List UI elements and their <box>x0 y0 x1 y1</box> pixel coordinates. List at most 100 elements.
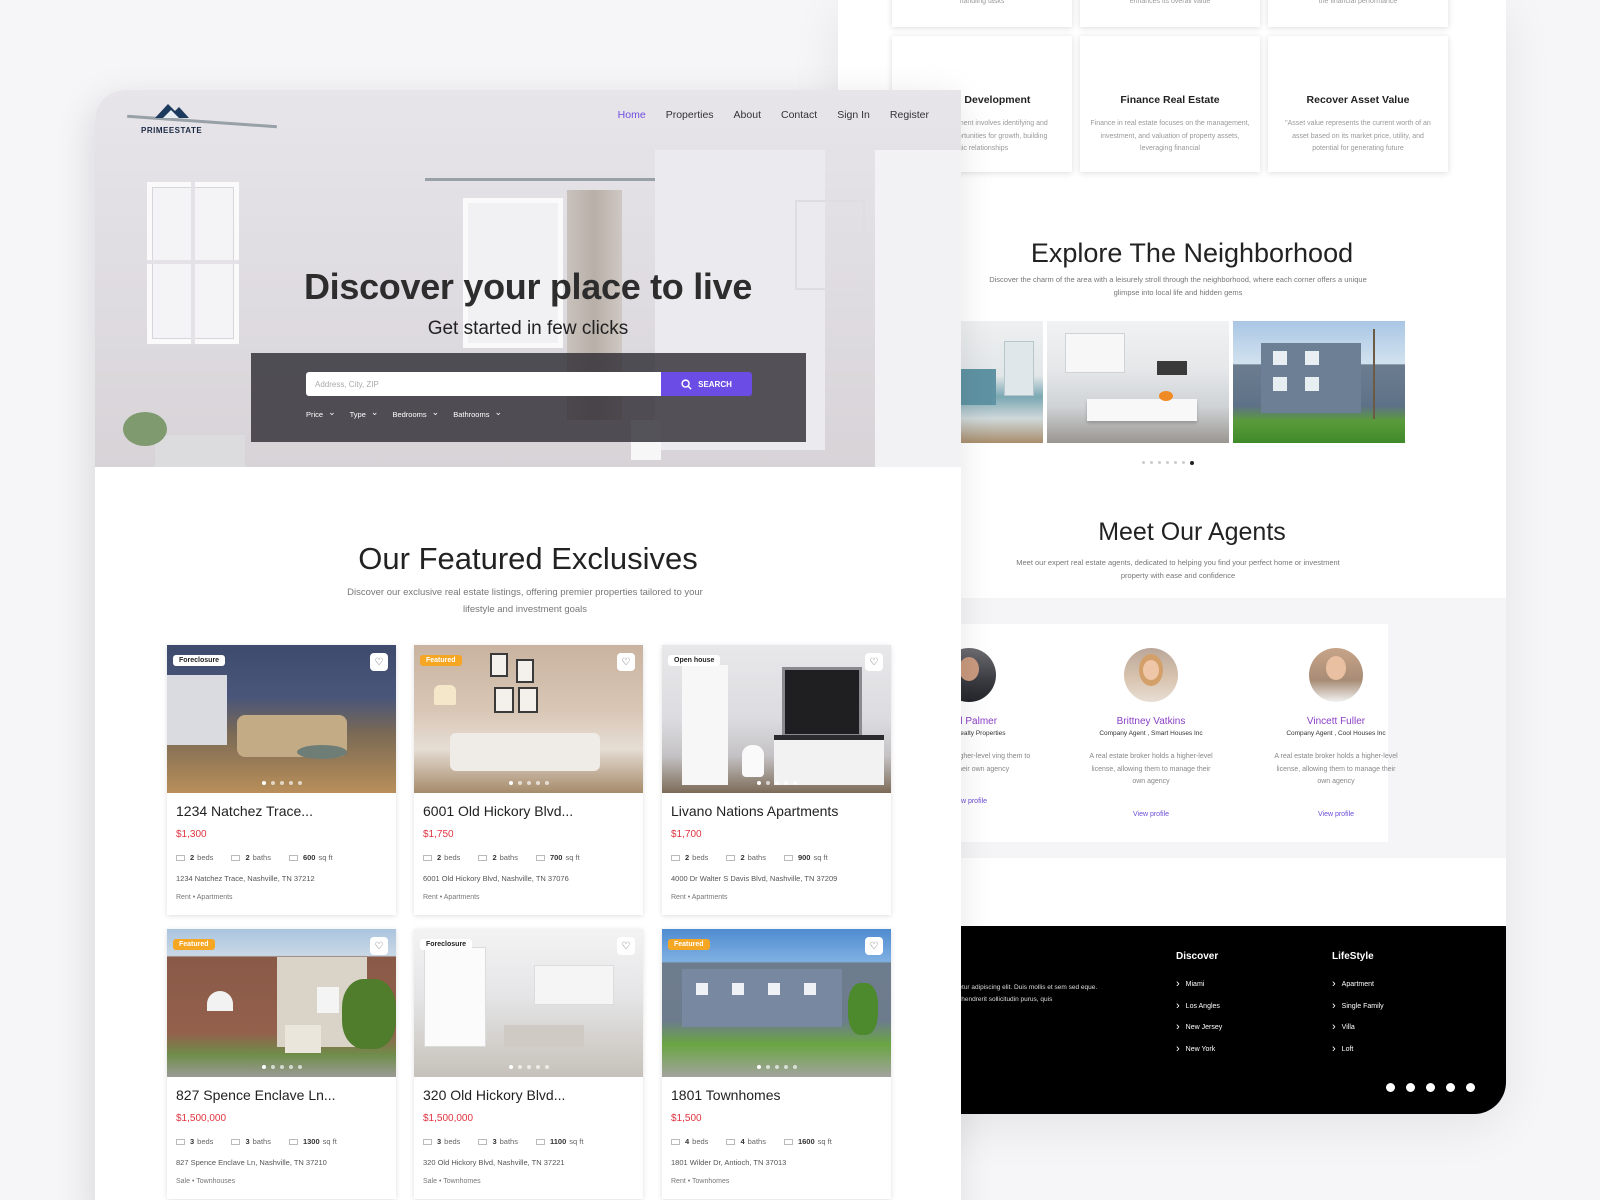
area-icon <box>288 1139 298 1146</box>
photo-carousel-dots[interactable] <box>167 781 396 785</box>
listing-tags: Rent • Apartments <box>176 894 233 901</box>
favorite-heart-icon[interactable]: ♡ <box>617 653 635 671</box>
service-card: the financial performance <box>1268 0 1448 27</box>
listing-title[interactable]: 1234 Natchez Trace... <box>176 803 313 819</box>
search-button[interactable]: SEARCH <box>661 372 752 396</box>
service-card-finance: Finance Real Estate Finance in real esta… <box>1080 36 1260 172</box>
listing-title[interactable]: 827 Spence Enclave Ln... <box>176 1087 336 1103</box>
footer-link[interactable]: Single Family <box>1332 999 1384 1011</box>
instagram-icon[interactable] <box>1446 1083 1455 1092</box>
twitter-icon[interactable] <box>1406 1083 1415 1092</box>
listing-photo[interactable]: Featured ♡ <box>167 929 396 1077</box>
favorite-heart-icon[interactable]: ♡ <box>865 653 883 671</box>
service-card: enhances its overall value <box>1080 0 1260 27</box>
footer-link[interactable]: New York <box>1176 1042 1222 1054</box>
footer-link[interactable]: Los Angles <box>1176 999 1222 1011</box>
listing-card[interactable]: Featured ♡ 827 Spence Enclave Ln... $1,5… <box>167 929 396 1199</box>
photo-carousel-dots[interactable] <box>414 781 643 785</box>
area-spec: 1300 sq ft <box>288 1137 337 1146</box>
area-icon <box>783 855 793 862</box>
photo-carousel-dots[interactable] <box>662 781 891 785</box>
baths-spec: 3 baths <box>478 1137 518 1146</box>
listing-photo[interactable]: Foreclosure ♡ <box>414 929 643 1077</box>
listing-price: $1,750 <box>423 829 454 840</box>
service-desc: the financial performance <box>1318 0 1398 5</box>
neighborhood-photo-kitchen-island[interactable] <box>1047 321 1229 443</box>
nav-properties[interactable]: Properties <box>666 109 714 121</box>
footer-link[interactable]: Loft <box>1332 1042 1384 1054</box>
search-button-label: SEARCH <box>698 379 732 389</box>
listing-badge: Featured <box>173 939 215 950</box>
listing-title[interactable]: 6001 Old Hickory Blvd... <box>423 803 573 819</box>
nav-sign-in[interactable]: Sign In <box>837 109 870 121</box>
area-icon <box>535 1139 545 1146</box>
bed-icon <box>176 855 185 862</box>
hero-subline: Get started in few clicks <box>427 318 629 339</box>
filter-bathrooms[interactable]: Bathrooms <box>453 409 502 420</box>
filter-bedrooms[interactable]: Bedrooms <box>392 409 439 420</box>
footer-link[interactable]: New Jersey <box>1176 1020 1223 1032</box>
footer-link[interactable]: Miami <box>1176 977 1222 989</box>
area-spec: 1100 sq ft <box>535 1137 583 1146</box>
bath-icon <box>231 1139 241 1146</box>
listing-card[interactable]: Foreclosure ♡ 320 Old Hickory Blvd... $1… <box>414 929 643 1199</box>
listing-tags: Rent • Apartments <box>671 894 728 901</box>
footer-link[interactable]: Villa <box>1332 1020 1384 1032</box>
area-spec: 1600 sq ft <box>783 1137 832 1146</box>
listing-badge: Foreclosure <box>420 939 473 950</box>
baths-spec: 3 baths <box>231 1137 271 1146</box>
area-icon <box>783 1139 793 1146</box>
neighborhood-gallery[interactable] <box>926 321 1405 443</box>
listing-card[interactable]: Featured ♡ 1801 Townhomes $1,500 4 beds 4… <box>662 929 891 1199</box>
agent-role: Company Agent , Smart Houses Inc <box>1099 730 1203 737</box>
featured-subtitle: Discover our exclusive real estate listi… <box>347 587 703 615</box>
footer-heading: Discover <box>1176 951 1219 962</box>
facebook-icon[interactable] <box>1386 1083 1395 1092</box>
photo-carousel-dots[interactable] <box>167 1065 396 1069</box>
pinterest-icon[interactable] <box>1426 1083 1435 1092</box>
listing-card[interactable]: Foreclosure ♡ 1234 Natchez Trace... $1,3… <box>167 645 396 915</box>
linkedin-icon[interactable] <box>1466 1083 1475 1092</box>
baths-spec: 4 baths <box>726 1137 766 1146</box>
favorite-heart-icon[interactable]: ♡ <box>370 653 388 671</box>
listing-photo[interactable]: Open house ♡ <box>662 645 891 793</box>
filter-type[interactable]: Type <box>350 409 379 420</box>
favorite-heart-icon[interactable]: ♡ <box>617 937 635 955</box>
footer-link[interactable]: Apartment <box>1332 977 1384 989</box>
bed-icon <box>671 1139 680 1146</box>
nav-home[interactable]: Home <box>618 109 646 121</box>
nav-register[interactable]: Register <box>890 109 929 121</box>
listing-price: $1,500,000 <box>423 1113 474 1124</box>
listing-specs: 3 beds 3 baths 1300 sq ft <box>176 1137 337 1146</box>
listing-title[interactable]: 320 Old Hickory Blvd... <box>423 1087 565 1103</box>
listing-address: 4000 Dr Walter S Davis Blvd, Nashville, … <box>671 874 838 883</box>
favorite-heart-icon[interactable]: ♡ <box>370 937 388 955</box>
listing-tags: Rent • Apartments <box>423 894 480 901</box>
listing-photo[interactable]: Foreclosure ♡ <box>167 645 396 793</box>
gallery-pagination[interactable] <box>1142 460 1194 465</box>
service-title: Recover Asset Value <box>1306 94 1410 106</box>
listing-tags: Sale • Townhouses <box>176 1178 236 1185</box>
brand-logo[interactable]: PRIMEESTATE <box>141 100 202 135</box>
view-profile-link[interactable]: View profile <box>1066 811 1236 818</box>
listing-badge: Featured <box>668 939 710 950</box>
listing-photo[interactable]: Featured ♡ <box>662 929 891 1077</box>
listing-card[interactable]: Featured ♡ 6001 Old Hickory Blvd... $1,7… <box>414 645 643 915</box>
nav-about[interactable]: About <box>734 109 761 121</box>
photo-carousel-dots[interactable] <box>662 1065 891 1069</box>
listing-title[interactable]: Livano Nations Apartments <box>671 803 838 819</box>
beds-spec: 2 beds <box>671 853 708 862</box>
nav-contact[interactable]: Contact <box>781 109 817 121</box>
radiator <box>155 435 245 467</box>
photo-carousel-dots[interactable] <box>414 1065 643 1069</box>
listing-title[interactable]: 1801 Townhomes <box>671 1087 780 1103</box>
search-input[interactable] <box>306 372 661 396</box>
neighborhood-photo-house[interactable] <box>1233 321 1405 443</box>
listing-photo[interactable]: Featured ♡ <box>414 645 643 793</box>
view-profile-link[interactable]: View profile <box>1251 811 1421 818</box>
favorite-heart-icon[interactable]: ♡ <box>865 937 883 955</box>
service-card-asset-value: Recover Asset Value "Asset value represe… <box>1268 36 1448 172</box>
listing-address: 320 Old Hickory Blvd, Nashville, TN 3722… <box>423 1158 565 1167</box>
filter-price[interactable]: Price <box>306 409 336 420</box>
listing-card[interactable]: Open house ♡ Livano Nations Apartments $… <box>662 645 891 915</box>
